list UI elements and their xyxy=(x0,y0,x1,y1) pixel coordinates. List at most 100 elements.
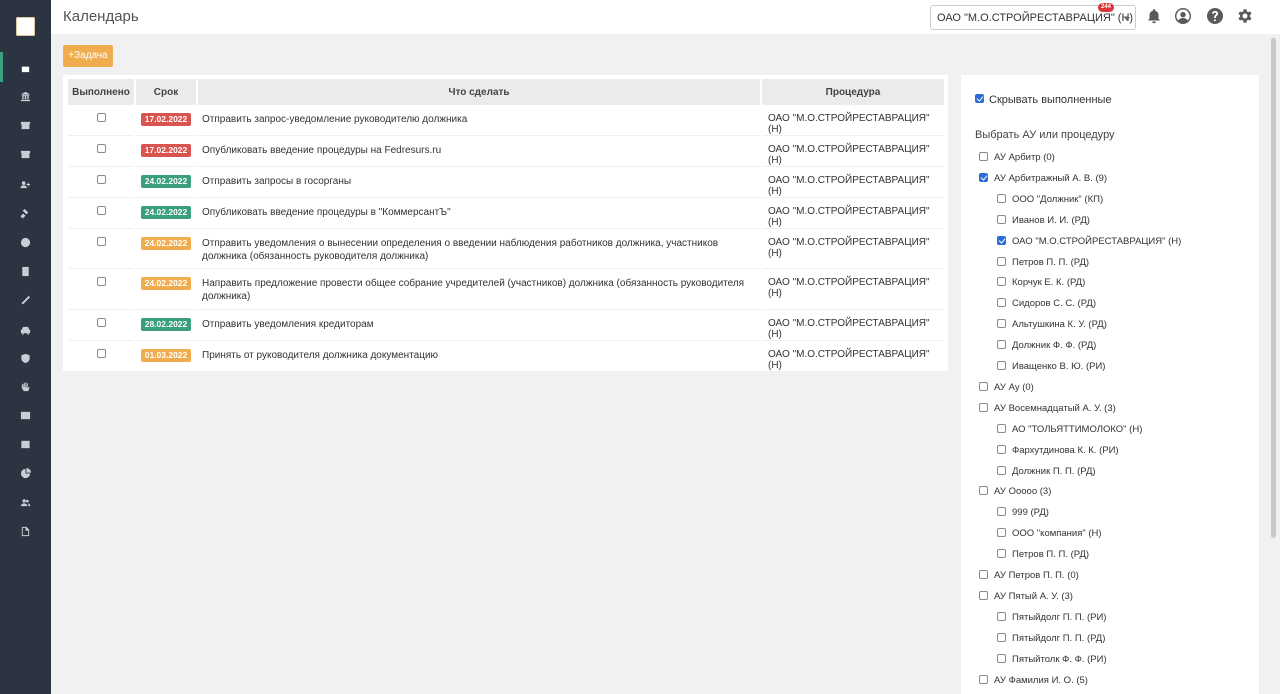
column-header-done[interactable]: Выполнено xyxy=(68,79,134,105)
tree-procedure-item[interactable]: Иванов И. И. (РД) xyxy=(997,214,1090,226)
file-icon[interactable] xyxy=(19,525,31,537)
done-checkbox[interactable] xyxy=(96,237,106,246)
tree-item-checkbox[interactable] xyxy=(979,402,988,412)
gear-icon[interactable] xyxy=(1237,8,1253,24)
tree-item-checkbox[interactable] xyxy=(997,277,1006,287)
done-checkbox[interactable] xyxy=(96,277,106,286)
task-text[interactable]: Направить предложение провести общее соб… xyxy=(198,269,760,310)
tree-procedure-item[interactable]: Пятыйдолг П. П. (РИ) xyxy=(997,611,1106,623)
user-icon[interactable] xyxy=(1175,8,1191,24)
list-icon[interactable] xyxy=(19,438,31,450)
tree-procedure-item[interactable]: Альтушкина К. У. (РД) xyxy=(997,319,1107,330)
procedure-text[interactable]: ОАО "М.О.СТРОЙРЕСТАВРАЦИЯ" (Н) xyxy=(762,229,944,269)
procedure-text[interactable]: ОАО "М.О.СТРОЙРЕСТАВРАЦИЯ" (Н) xyxy=(762,310,944,341)
tree-item-checkbox[interactable] xyxy=(997,549,1006,559)
chart-pie-icon[interactable] xyxy=(19,467,31,479)
tree-procedure-item[interactable]: Должник П. П. (РД) xyxy=(997,465,1096,477)
tree-item-checkbox[interactable] xyxy=(997,653,1006,663)
tree-item-checkbox[interactable] xyxy=(997,319,1006,329)
tree-item-checkbox[interactable] xyxy=(979,590,988,600)
task-text[interactable]: Принять от руководителя должника докумен… xyxy=(198,341,760,372)
tree-item-checkbox[interactable] xyxy=(979,486,988,496)
pen-icon[interactable] xyxy=(19,294,31,306)
done-checkbox[interactable] xyxy=(96,206,106,215)
tree-group-item[interactable]: АУ Ооооо (3) xyxy=(979,486,1051,497)
procedure-text[interactable]: ОАО "М.О.СТРОЙРЕСТАВРАЦИЯ" (Н) xyxy=(762,167,944,198)
procedure-text[interactable]: ОАО "М.О.СТРОЙРЕСТАВРАЦИЯ" (Н) xyxy=(762,136,944,167)
tree-item-checkbox[interactable] xyxy=(997,632,1006,642)
tree-item-checkbox[interactable] xyxy=(997,423,1006,433)
tree-procedure-item[interactable]: Петров П. П. (РД) xyxy=(997,549,1089,560)
tree-procedure-item[interactable]: Пятыйдолг П. П. (РД) xyxy=(997,632,1105,644)
done-checkbox[interactable] xyxy=(96,349,106,358)
task-text[interactable]: Отправить запросы в госорганы xyxy=(198,167,760,198)
tree-group-item[interactable]: АУ Петров П. П. (0) xyxy=(979,570,1079,581)
tree-item-checkbox[interactable] xyxy=(997,193,1006,203)
calculator-icon[interactable] xyxy=(19,265,31,277)
task-text[interactable]: Отправить уведомления о вынесении опреде… xyxy=(198,229,760,269)
tree-procedure-item[interactable]: Фархутдинова К. К. (РИ) xyxy=(997,444,1119,456)
help-icon[interactable] xyxy=(1207,8,1223,24)
tree-group-item[interactable]: АУ Фамилия И. О. (5) xyxy=(979,674,1088,686)
tree-procedure-item[interactable]: Корчук Е. К. (РД) xyxy=(997,277,1085,288)
tree-procedure-item[interactable]: Должник Ф. Ф. (РД) xyxy=(997,340,1096,351)
page-scrollbar[interactable] xyxy=(1271,38,1276,538)
archive-icon[interactable] xyxy=(19,119,31,131)
tree-group-item[interactable]: АУ Арбитражный А. В. (9) xyxy=(979,172,1107,184)
column-header-procedure[interactable]: Процедура xyxy=(762,79,944,105)
hide-completed-option[interactable]: Скрывать выполненные xyxy=(975,94,1112,106)
tree-group-item[interactable]: АУ Пятый А. У. (3) xyxy=(979,590,1073,602)
procedure-text[interactable]: ОАО "М.О.СТРОЙРЕСТАВРАЦИЯ" (Н) xyxy=(762,198,944,229)
add-task-button[interactable]: +Задача xyxy=(63,45,113,67)
tree-procedure-item[interactable]: Сидоров С. С. (РД) xyxy=(997,298,1096,309)
tree-item-checkbox[interactable] xyxy=(997,298,1006,308)
tree-item-checkbox[interactable] xyxy=(997,444,1006,454)
task-text[interactable]: Опубликовать введение процедуры на Fedre… xyxy=(198,136,760,167)
table-icon[interactable] xyxy=(19,409,31,421)
tree-item-checkbox[interactable] xyxy=(997,214,1006,224)
tree-procedure-item[interactable]: ОАО "М.О.СТРОЙРЕСТАВРАЦИЯ" (Н) xyxy=(997,235,1181,247)
car-icon[interactable] xyxy=(19,324,31,336)
tree-procedure-item[interactable]: Пятыйтолк Ф. Ф. (РИ) xyxy=(997,653,1107,665)
tree-procedure-item[interactable]: Иващенко В. Ю. (РИ) xyxy=(997,361,1105,372)
tree-item-checkbox[interactable] xyxy=(997,507,1006,517)
task-text[interactable]: Отправить запрос-уведомление руководител… xyxy=(198,105,760,136)
hide-completed-checkbox[interactable] xyxy=(975,94,984,103)
tree-procedure-item[interactable]: 999 (РД) xyxy=(997,507,1049,518)
tree-group-item[interactable]: АУ Арбитр (0) xyxy=(979,152,1055,163)
shield-icon[interactable] xyxy=(19,352,31,364)
column-header-task[interactable]: Что сделать xyxy=(198,79,760,105)
tree-procedure-item[interactable]: Петров П. П. (РД) xyxy=(997,256,1089,268)
tree-procedure-item[interactable]: АО "ТОЛЬЯТТИМОЛОКО" (Н) xyxy=(997,423,1142,435)
tree-item-checkbox[interactable] xyxy=(979,152,988,161)
procedure-text[interactable]: ОАО "М.О.СТРОЙРЕСТАВРАЦИЯ" (Н) xyxy=(762,269,944,310)
tree-item-checkbox[interactable] xyxy=(979,674,988,684)
tree-item-checkbox[interactable] xyxy=(979,570,988,579)
dollar-icon[interactable] xyxy=(19,236,31,248)
archive-icon[interactable] xyxy=(19,148,31,160)
done-checkbox[interactable] xyxy=(96,113,106,122)
gavel-icon[interactable] xyxy=(19,207,31,219)
task-text[interactable]: Опубликовать введение процедуры в "Комме… xyxy=(198,198,760,229)
tree-item-checkbox[interactable] xyxy=(979,381,988,391)
task-text[interactable]: Отправить уведомления кредиторам xyxy=(198,310,760,341)
tree-item-checkbox[interactable] xyxy=(997,361,1006,370)
app-logo[interactable] xyxy=(16,17,35,36)
hand-icon[interactable] xyxy=(19,380,31,392)
procedure-text[interactable]: ОАО "М.О.СТРОЙРЕСТАВРАЦИЯ" (Н) xyxy=(762,341,944,372)
tree-item-checkbox[interactable] xyxy=(979,172,988,182)
calendar-icon[interactable] xyxy=(19,62,31,74)
tree-procedure-item[interactable]: ООО "компания" (Н) xyxy=(997,528,1102,539)
column-header-due[interactable]: Срок xyxy=(136,79,196,105)
bell-icon[interactable] xyxy=(1146,8,1162,24)
tree-group-item[interactable]: АУ Ау (0) xyxy=(979,381,1034,393)
users-icon[interactable] xyxy=(19,496,31,508)
tree-group-item[interactable]: АУ Восемнадцатый А. У. (3) xyxy=(979,402,1116,414)
tree-item-checkbox[interactable] xyxy=(997,256,1006,266)
done-checkbox[interactable] xyxy=(96,144,106,153)
tree-item-checkbox[interactable] xyxy=(997,235,1006,245)
tree-item-checkbox[interactable] xyxy=(997,340,1006,350)
procedure-text[interactable]: ОАО "М.О.СТРОЙРЕСТАВРАЦИЯ" (Н) xyxy=(762,105,944,136)
tree-item-checkbox[interactable] xyxy=(997,465,1006,475)
done-checkbox[interactable] xyxy=(96,175,106,184)
